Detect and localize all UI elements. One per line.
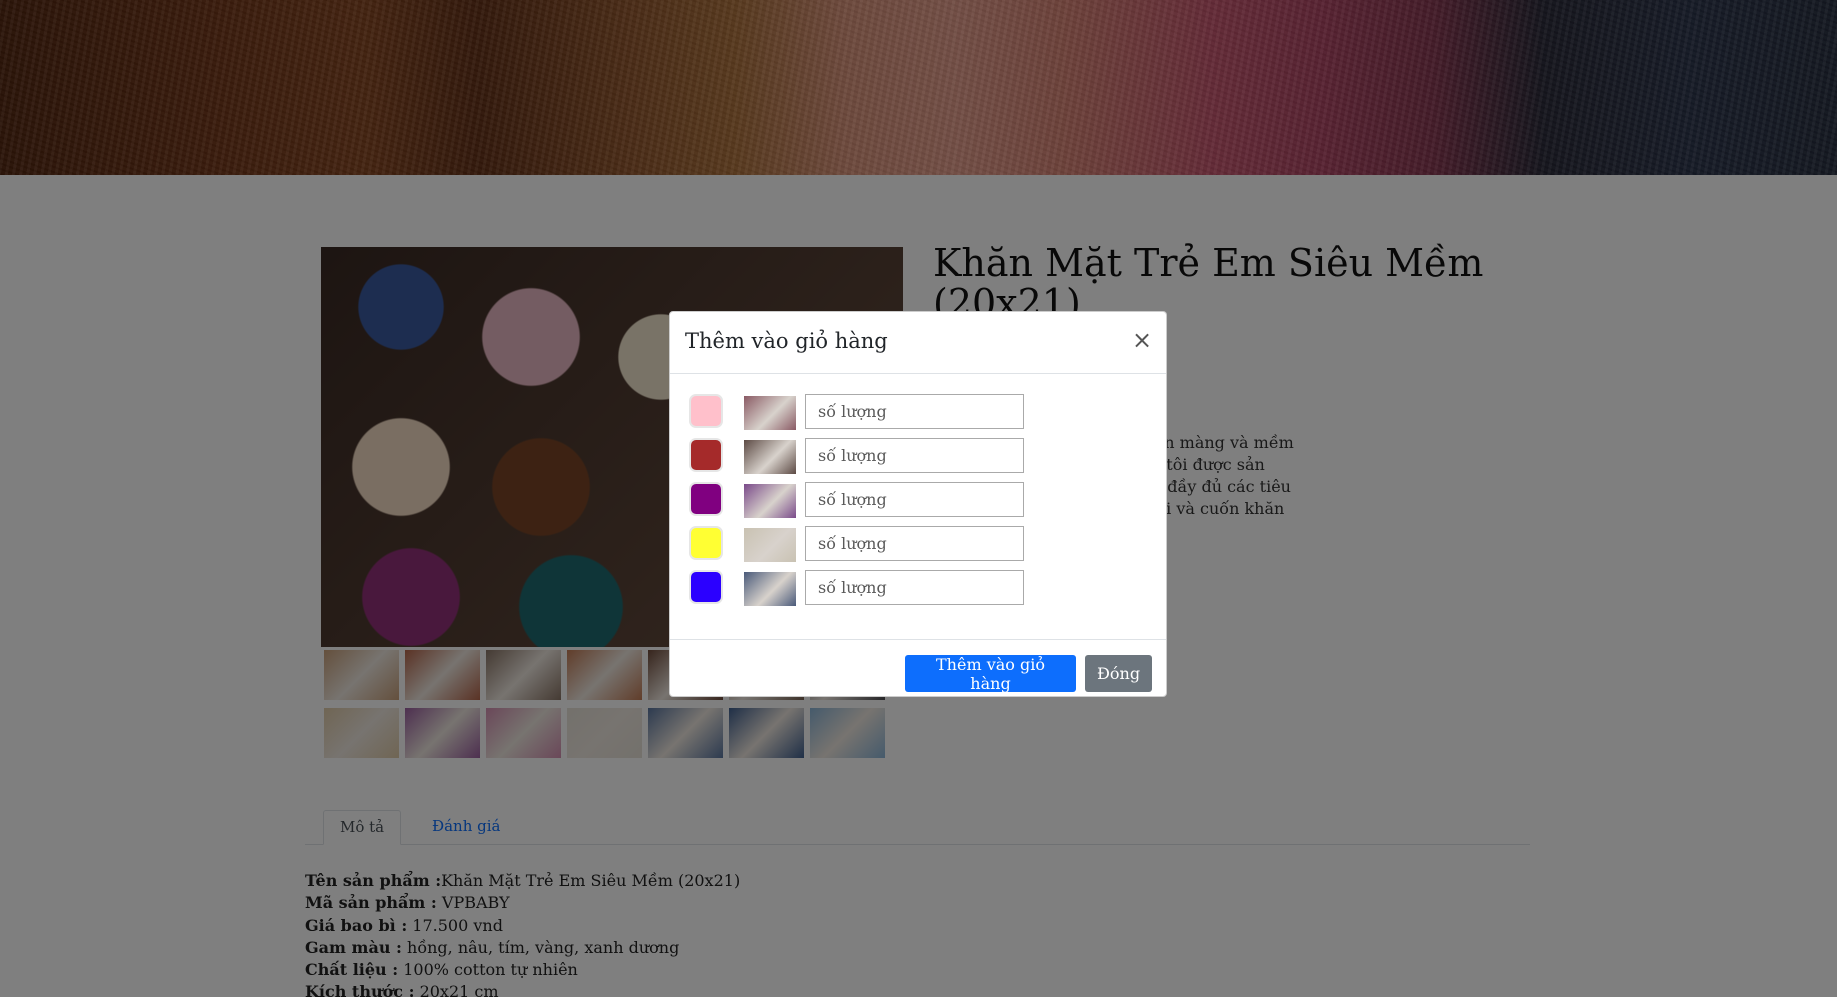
color-thumbnail xyxy=(744,396,796,430)
color-swatch-yellow[interactable] xyxy=(689,526,723,560)
close-button[interactable]: Đóng xyxy=(1085,655,1152,692)
color-option-row xyxy=(670,526,1166,570)
modal-footer: Thêm vào giỏ hàng Đóng xyxy=(670,639,1166,696)
close-icon[interactable]: × xyxy=(1130,328,1154,352)
color-option-row xyxy=(670,482,1166,526)
modal-body xyxy=(670,374,1166,639)
color-thumbnail xyxy=(744,440,796,474)
modal-title: Thêm vào giỏ hàng xyxy=(685,329,888,353)
color-swatch-pink[interactable] xyxy=(689,394,723,428)
quantity-input-yellow[interactable] xyxy=(805,526,1024,561)
quantity-input-purple[interactable] xyxy=(805,482,1024,517)
modal-header: Thêm vào giỏ hàng × xyxy=(670,312,1166,374)
color-option-row xyxy=(670,394,1166,438)
color-thumbnail xyxy=(744,572,796,606)
color-option-row xyxy=(670,570,1166,614)
quantity-input-blue[interactable] xyxy=(805,570,1024,605)
quantity-input-pink[interactable] xyxy=(805,394,1024,429)
quantity-input-brown[interactable] xyxy=(805,438,1024,473)
add-to-cart-button[interactable]: Thêm vào giỏ hàng xyxy=(905,655,1076,693)
color-swatch-brown[interactable] xyxy=(689,438,723,472)
color-swatch-blue[interactable] xyxy=(689,570,723,604)
color-option-row xyxy=(670,438,1166,482)
color-thumbnail xyxy=(744,528,796,562)
add-to-cart-modal: Thêm vào giỏ hàng × Thêm xyxy=(669,311,1167,697)
color-thumbnail xyxy=(744,484,796,518)
color-swatch-purple[interactable] xyxy=(689,482,723,516)
